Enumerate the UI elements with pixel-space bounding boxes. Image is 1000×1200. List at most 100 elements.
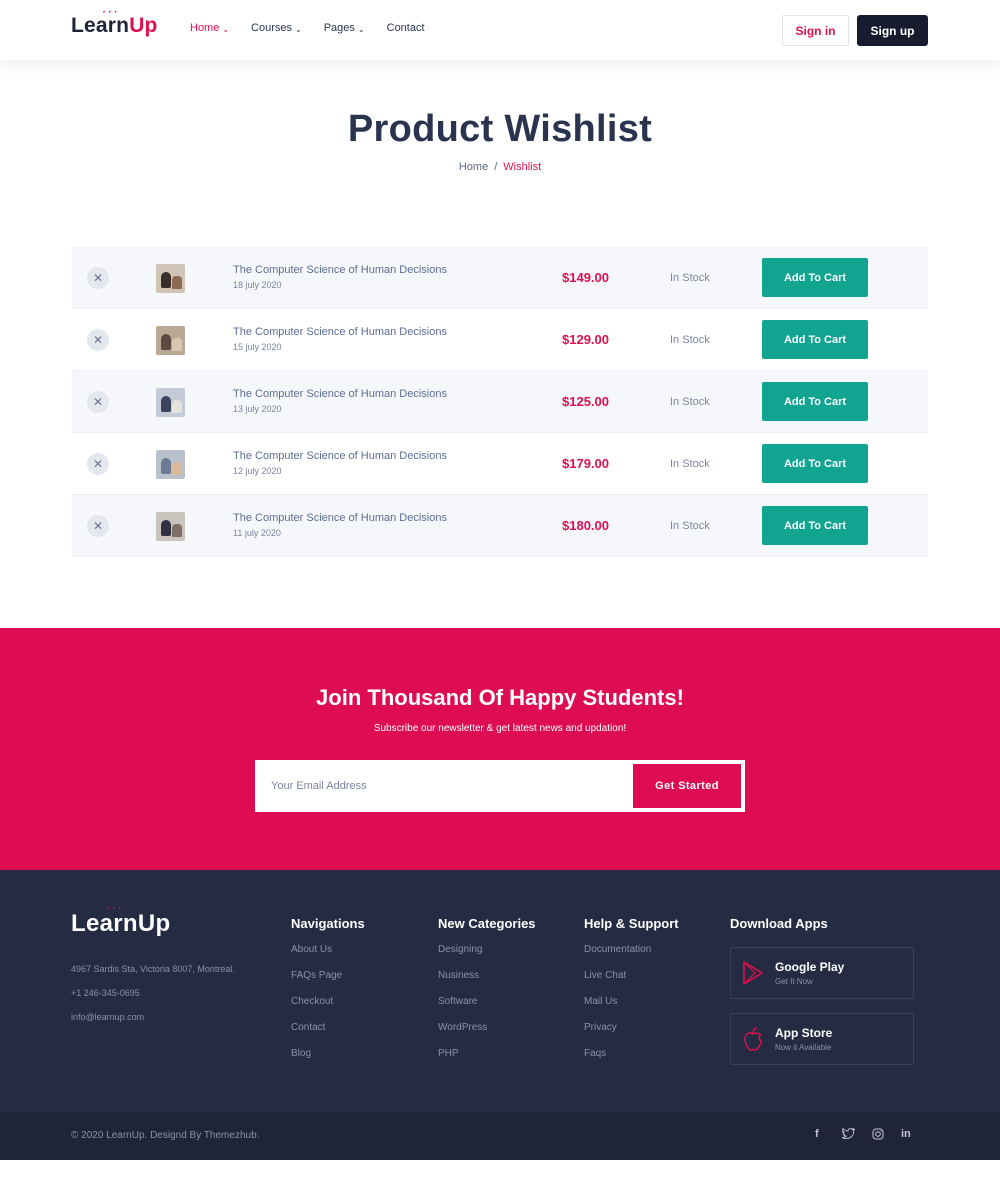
close-icon: ✕ (92, 271, 104, 285)
footer-column-heading: New Categories (438, 916, 536, 931)
add-to-cart-button[interactable]: Add To Cart (762, 382, 868, 421)
product-thumbnail[interactable] (156, 264, 185, 293)
footer-link[interactable]: PHP (438, 1048, 536, 1074)
close-icon: ✕ (92, 395, 104, 409)
add-to-cart-button[interactable]: Add To Cart (762, 258, 868, 297)
logo-text-learn: Learn (71, 910, 138, 937)
stock-status: In Stock (670, 272, 710, 284)
footer-link[interactable]: WordPress (438, 1022, 536, 1048)
footer-column-apps: Download Apps (730, 916, 828, 944)
table-row: ✕ The Computer Science of Human Decision… (72, 433, 928, 495)
google-play-icon (743, 961, 763, 985)
product-date: 12 july 2020 (233, 466, 282, 476)
newsletter-subtitle: Subscribe our newsletter & get latest ne… (373, 723, 627, 734)
footer-logo[interactable]: LearnUp (71, 910, 170, 938)
remove-item-button[interactable]: ✕ (87, 515, 109, 537)
google-play-button[interactable]: Google Play Get It Now (730, 947, 914, 999)
product-price: $180.00 (562, 518, 609, 533)
wishlist-table: ✕ The Computer Science of Human Decision… (72, 247, 928, 557)
footer-link[interactable]: Checkout (291, 996, 365, 1022)
twitter-icon[interactable] (841, 1127, 856, 1142)
remove-item-button[interactable]: ✕ (87, 329, 109, 351)
footer-link[interactable]: Live Chat (584, 970, 679, 996)
nav-item-label: Contact (386, 22, 425, 34)
footer-column-help: Help & Support Documentation Live Chat M… (584, 916, 679, 1074)
app-store-button[interactable]: App Store Now it Available (730, 1013, 914, 1065)
instagram-icon[interactable] (872, 1128, 884, 1143)
logo-text-up: Up (129, 14, 158, 37)
footer-link[interactable]: Documentation (584, 944, 679, 970)
footer-address: 4967 Sardis Sta, Victoria 8007, Montreal… (71, 964, 235, 974)
remove-item-button[interactable]: ✕ (87, 391, 109, 413)
copyright-text: © 2020 LearnUp. Designd By Themezhub. (71, 1130, 260, 1141)
apple-icon (744, 1027, 762, 1051)
footer-link[interactable]: Contact (291, 1022, 365, 1048)
footer-link[interactable]: Designing (438, 944, 536, 970)
footer-link[interactable]: Faqs (584, 1048, 679, 1074)
stock-status: In Stock (670, 458, 710, 470)
chevron-down-icon: ⌄ (357, 24, 365, 34)
footer-link[interactable]: Mail Us (584, 996, 679, 1022)
footer-link[interactable]: Privacy (584, 1022, 679, 1048)
table-row: ✕ The Computer Science of Human Decision… (72, 371, 928, 433)
product-price: $129.00 (562, 332, 609, 347)
newsletter-title: Join Thousand Of Happy Students! (316, 685, 684, 710)
footer-link[interactable]: Nusiness (438, 970, 536, 996)
add-to-cart-button[interactable]: Add To Cart (762, 444, 868, 483)
product-thumbnail[interactable] (156, 512, 185, 541)
breadcrumb-home[interactable]: Home (459, 161, 488, 173)
nav-item-pages[interactable]: Pages ⌄ (324, 22, 365, 34)
footer-link[interactable]: About Us (291, 944, 365, 970)
remove-item-button[interactable]: ✕ (87, 453, 109, 475)
stock-status: In Stock (670, 334, 710, 346)
product-title-link[interactable]: The Computer Science of Human Decisions (233, 450, 447, 462)
product-title-link[interactable]: The Computer Science of Human Decisions (233, 326, 447, 338)
nav-item-home[interactable]: Home ⌄ (190, 22, 229, 34)
add-to-cart-button[interactable]: Add To Cart (762, 506, 868, 545)
remove-item-button[interactable]: ✕ (87, 267, 109, 289)
footer-column-heading: Download Apps (730, 916, 828, 931)
table-row: ✕ The Computer Science of Human Decision… (72, 309, 928, 371)
sign-in-button[interactable]: Sign in (782, 15, 849, 46)
app-sub: Now it Available (775, 1043, 832, 1052)
close-icon: ✕ (92, 457, 104, 471)
logo-dots: • • • (107, 906, 122, 912)
nav-item-contact[interactable]: Contact (387, 22, 425, 34)
app-name: App Store (775, 1026, 833, 1040)
sign-up-button[interactable]: Sign up (857, 15, 928, 46)
product-title-link[interactable]: The Computer Science of Human Decisions (233, 388, 447, 400)
chevron-down-icon: ⌄ (295, 24, 302, 34)
logo-text-up: Up (137, 910, 171, 937)
product-thumbnail[interactable] (156, 450, 185, 479)
footer-link[interactable]: Software (438, 996, 536, 1022)
logo[interactable]: LearnUp (71, 14, 158, 38)
page-title: Product Wishlist (347, 108, 653, 150)
logo-text-learn: Learn (71, 14, 130, 37)
nav-item-label: Pages (323, 22, 355, 34)
add-to-cart-button[interactable]: Add To Cart (762, 320, 868, 359)
product-price: $149.00 (562, 270, 609, 285)
product-price: $179.00 (562, 456, 609, 471)
footer-link[interactable]: FAQs Page (291, 970, 365, 996)
app-name: Google Play (775, 960, 845, 974)
newsletter-section: Join Thousand Of Happy Students! Subscri… (0, 628, 1000, 870)
site-footer: LearnUp • • • 4967 Sardis Sta, Victoria … (0, 870, 1000, 1112)
product-date: 13 july 2020 (233, 404, 282, 414)
chevron-down-icon: ⌄ (222, 24, 230, 34)
footer-link[interactable]: Blog (291, 1048, 365, 1074)
product-thumbnail[interactable] (156, 388, 185, 417)
stock-status: In Stock (670, 396, 710, 408)
table-row: ✕ The Computer Science of Human Decision… (72, 495, 928, 557)
newsletter-form: Get Started (255, 760, 745, 812)
linkedin-icon[interactable]: in (901, 1128, 911, 1140)
facebook-icon[interactable]: f (815, 1128, 819, 1140)
product-thumbnail[interactable] (156, 326, 185, 355)
nav-item-courses[interactable]: Courses ⌄ (251, 22, 302, 34)
breadcrumb: Home / Wishlist (0, 161, 1000, 173)
email-input[interactable] (256, 761, 632, 811)
get-started-button[interactable]: Get Started (633, 764, 741, 808)
product-title-link[interactable]: The Computer Science of Human Decisions (233, 264, 447, 276)
footer-phone: +1 246-345-0695 (71, 988, 140, 998)
product-title-link[interactable]: The Computer Science of Human Decisions (233, 512, 447, 524)
table-row: ✕ The Computer Science of Human Decision… (72, 247, 928, 309)
